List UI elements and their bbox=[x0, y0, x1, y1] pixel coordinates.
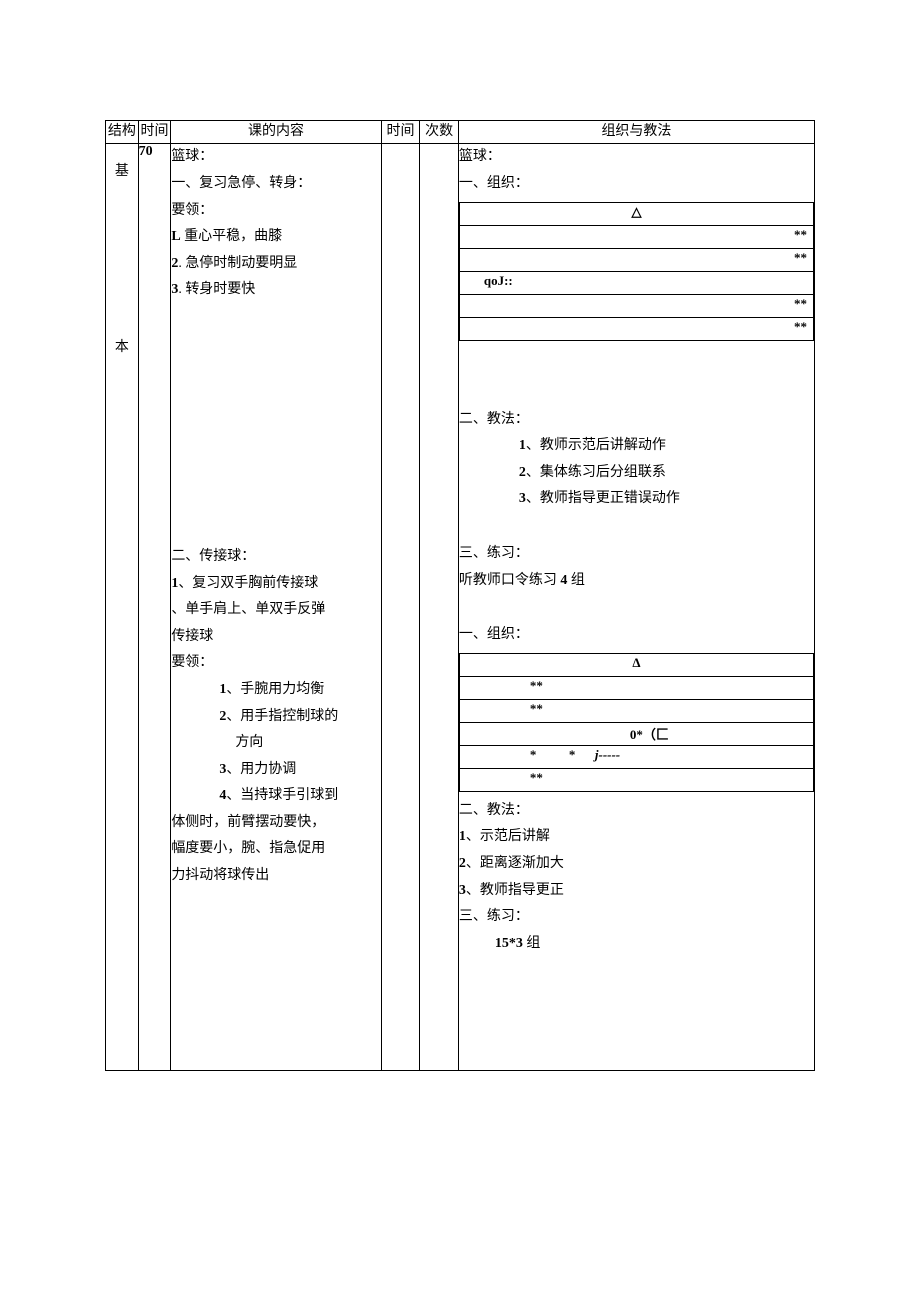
o-s1-b3: 3、教师指导更正错误动作 bbox=[459, 486, 814, 513]
c-s2-c: 、单手肩上、单双手反弹 bbox=[171, 597, 380, 624]
o-s1-c1: 听教师口令练习 4 组 bbox=[459, 568, 814, 595]
c-s2-g2: 方向 bbox=[171, 730, 380, 757]
count-cell bbox=[420, 144, 459, 1070]
o-s1-a: 一、组织： bbox=[459, 171, 814, 198]
c-s2-a: 二、传接球： bbox=[171, 544, 380, 571]
c-s1-d: 2. 急停时制动要明显 bbox=[171, 251, 380, 278]
o-s2-c: 三、练习： bbox=[459, 904, 814, 931]
header-row: 结构 时间 课的内容 时间 次数 组织与教法 bbox=[106, 121, 815, 144]
o-s2-a: 一、组织： bbox=[459, 622, 814, 649]
c-s2-e: 要领： bbox=[171, 650, 380, 677]
c-s2-d: 传接球 bbox=[171, 624, 380, 651]
f2-r2: ** bbox=[459, 676, 813, 699]
f2-r1: Δ bbox=[459, 653, 813, 676]
o-s2-b2: 2、距离逐渐加大 bbox=[459, 851, 814, 878]
lesson-table: 结构 时间 课的内容 时间 次数 组织与教法 基 本 70 篮球： 一、复习急停… bbox=[105, 120, 815, 1071]
c-s2-i: 4、当持球手引球到 bbox=[171, 783, 380, 810]
f1-r6: ** bbox=[459, 317, 813, 340]
hdr-time1: 时间 bbox=[138, 121, 171, 144]
c-s1-a: 一、复习急停、转身： bbox=[171, 171, 380, 198]
o-s2-b1: 1、示范后讲解 bbox=[459, 824, 814, 851]
hdr-structure: 结构 bbox=[106, 121, 139, 144]
structure-char-1: 基 bbox=[106, 144, 138, 200]
o-s2-c1: 15*3 组 bbox=[459, 931, 814, 958]
f1-r4: qoJ:: bbox=[459, 271, 813, 294]
f1-r5: ** bbox=[459, 294, 813, 317]
f1-r2: ** bbox=[459, 225, 813, 248]
c-s1-b: 要领： bbox=[171, 198, 380, 225]
f2-r5: * * j----- bbox=[459, 745, 813, 768]
o-s1-b1: 1、教师示范后讲解动作 bbox=[459, 433, 814, 460]
hdr-count: 次数 bbox=[420, 121, 459, 144]
body-row: 基 本 70 篮球： 一、复习急停、转身： 要领： L 重心平稳，曲膝 2. 急… bbox=[106, 144, 815, 1070]
o-s1-b2: 2、集体练习后分组联系 bbox=[459, 460, 814, 487]
o-s1-title: 篮球： bbox=[459, 144, 814, 171]
time2-cell bbox=[381, 144, 420, 1070]
page: 结构 时间 课的内容 时间 次数 组织与教法 基 本 70 篮球： 一、复习急停… bbox=[0, 0, 920, 1301]
c-s2-b: 1、复习双手胸前传接球 bbox=[171, 571, 380, 598]
time-cell: 70 bbox=[138, 144, 171, 1070]
c-s1-e: 3. 转身时要快 bbox=[171, 277, 380, 304]
structure-cell: 基 本 bbox=[106, 144, 139, 1070]
time-value: 70 bbox=[139, 144, 153, 159]
f2-r3: ** bbox=[459, 699, 813, 722]
org-cell: 篮球： 一、组织： △ ** ** qoJ:: ** ** 二、教法： 1、教师… bbox=[458, 144, 814, 1070]
hdr-time2: 时间 bbox=[381, 121, 420, 144]
c-s1-title: 篮球： bbox=[171, 144, 380, 171]
o-s2-b: 二、教法： bbox=[459, 798, 814, 825]
f1-r1: △ bbox=[459, 202, 813, 225]
c-s2-g: 2、用手指控制球的 bbox=[171, 704, 380, 731]
c-s2-f: 1、手腕用力均衡 bbox=[171, 677, 380, 704]
formation-2: Δ ** ** 0*（匚 * * j----- ** bbox=[459, 653, 814, 792]
f1-r3: ** bbox=[459, 248, 813, 271]
c-s2-l: 力抖动将球传出 bbox=[171, 863, 380, 890]
o-s1-b: 二、教法： bbox=[459, 407, 814, 434]
structure-char-2: 本 bbox=[106, 320, 138, 376]
f2-r6: ** bbox=[459, 768, 813, 791]
f2-r4: 0*（匚 bbox=[459, 722, 813, 745]
o-s2-b3: 3、教师指导更正 bbox=[459, 878, 814, 905]
c-s2-j: 体侧时，前臂摆动要快， bbox=[171, 810, 380, 837]
c-s1-c: L 重心平稳，曲膝 bbox=[171, 224, 380, 251]
c-s2-h: 3、用力协调 bbox=[171, 757, 380, 784]
hdr-content: 课的内容 bbox=[171, 121, 381, 144]
o-s1-c: 三、练习： bbox=[459, 541, 814, 568]
c-s2-k: 幅度要小，腕、指急促用 bbox=[171, 836, 380, 863]
hdr-org: 组织与教法 bbox=[458, 121, 814, 144]
formation-1: △ ** ** qoJ:: ** ** bbox=[459, 202, 814, 341]
content-cell: 篮球： 一、复习急停、转身： 要领： L 重心平稳，曲膝 2. 急停时制动要明显… bbox=[171, 144, 381, 1070]
